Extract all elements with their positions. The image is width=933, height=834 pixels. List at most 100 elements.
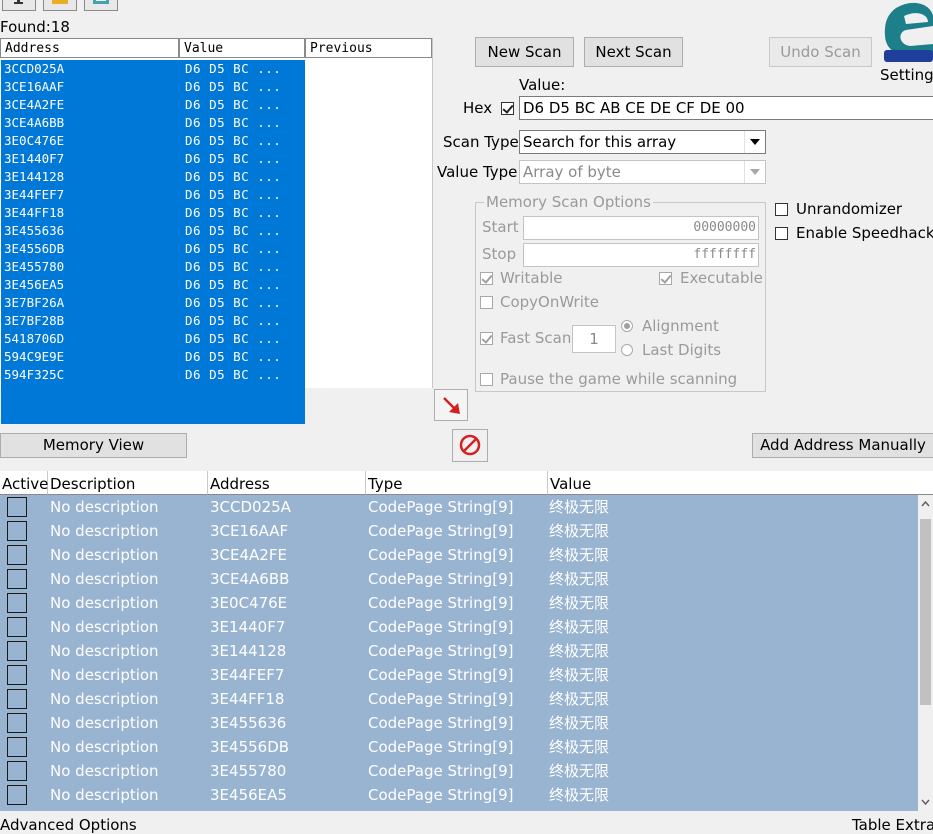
active-checkbox[interactable] [7, 761, 27, 781]
table-row[interactable]: No description 3CCD025A CodePage String[9]… [0, 495, 918, 519]
cheat-engine-logo[interactable] [876, 0, 933, 64]
found-list-row[interactable]: 3E455780 D6 D5 BC ... [1, 258, 305, 276]
start-address-input[interactable]: 00000000 [523, 216, 759, 240]
add-address-manually-button[interactable]: Add Address Manually [752, 433, 933, 458]
found-list-row[interactable]: 3E0C476E D6 D5 BC ... [1, 132, 305, 150]
found-list-row[interactable]: 3CE16AAF D6 D5 BC ... [1, 78, 305, 96]
scroll-up-icon[interactable] [918, 497, 933, 511]
table-row[interactable]: No description 3E0C476E CodePage String[9]… [0, 591, 918, 615]
found-list-row[interactable]: 3E44FEF7 D6 D5 BC ... [1, 186, 305, 204]
table-row[interactable]: No description 3E144128 CodePage String[9]… [0, 639, 918, 663]
value-input[interactable]: D6 D5 BC AB CE DE CF DE 00 [519, 96, 933, 120]
found-list-header-value[interactable]: Value [179, 38, 305, 58]
active-checkbox[interactable] [7, 713, 27, 733]
table-row[interactable]: No description 3E455636 CodePage String[9]… [0, 711, 918, 735]
writable-checkbox[interactable] [480, 272, 493, 285]
table-header-value[interactable]: Value [548, 471, 933, 495]
active-checkbox[interactable] [7, 545, 27, 565]
address-table-rows[interactable]: No description 3CCD025A CodePage String[9]… [0, 495, 918, 811]
found-list-row[interactable]: 3E456EA5 D6 D5 BC ... [1, 276, 305, 294]
fast-scan-checkbox[interactable] [480, 332, 493, 345]
chevron-down-icon[interactable] [744, 131, 765, 153]
found-value: D6 D5 BC ... [185, 331, 282, 346]
scan-type-select[interactable]: Search for this array [519, 130, 766, 154]
chevron-down-icon[interactable] [744, 161, 765, 183]
unrandomizer-checkbox[interactable] [775, 203, 788, 216]
table-row[interactable]: No description 3CE4A2FE CodePage String[9]… [0, 543, 918, 567]
fast-scan-input[interactable]: 1 [572, 325, 616, 353]
found-list[interactable]: Address Value Previous 3CCD025A D6 D5 BC … [0, 38, 433, 424]
alignment-radio[interactable] [621, 320, 633, 332]
table-row[interactable]: No description 3E1440F7 CodePage String[9]… [0, 615, 918, 639]
found-address: 3CE16AAF [4, 79, 65, 94]
found-value: D6 D5 BC ... [185, 241, 282, 256]
memory-view-button[interactable]: Memory View [0, 433, 187, 458]
executable-checkbox[interactable] [659, 272, 672, 285]
enable-speedhack-checkbox[interactable] [775, 227, 788, 240]
found-list-row[interactable]: 3E455636 D6 D5 BC ... [1, 222, 305, 240]
stop-address-input[interactable]: ffffffff [523, 243, 759, 267]
table-header-active[interactable]: Active [0, 471, 48, 495]
open-process-button[interactable] [2, 0, 36, 11]
table-row[interactable]: No description 3E44FEF7 CodePage String[9]… [0, 663, 918, 687]
copy-to-table-button[interactable] [434, 389, 468, 421]
copyonwrite-checkbox[interactable] [480, 296, 493, 309]
hex-checkbox[interactable] [501, 102, 514, 115]
row-value: 终极无限 [549, 570, 610, 588]
active-checkbox[interactable] [7, 737, 27, 757]
table-row[interactable]: No description 3E44FF18 CodePage String[9]… [0, 687, 918, 711]
active-checkbox[interactable] [7, 665, 27, 685]
address-table[interactable]: Active Description Address Type Value No… [0, 471, 933, 811]
found-address: 3CCD025A [4, 61, 65, 76]
table-row[interactable]: No description 3E455780 CodePage String[9]… [0, 759, 918, 783]
found-list-rows[interactable]: 3CCD025A D6 D5 BC ... 3CE16AAF D6 D5 BC ...… [1, 60, 305, 424]
advanced-options-label[interactable]: Advanced Options [0, 816, 137, 834]
found-list-row[interactable]: 3E144128 D6 D5 BC ... [1, 168, 305, 186]
found-list-row[interactable]: 3CE4A6BB D6 D5 BC ... [1, 114, 305, 132]
last-digits-radio[interactable] [621, 344, 633, 356]
found-list-row[interactable]: 3CCD025A D6 D5 BC ... [1, 60, 305, 78]
found-list-row[interactable]: 3E1440F7 D6 D5 BC ... [1, 150, 305, 168]
settings-label[interactable]: Setting [880, 66, 933, 84]
active-checkbox[interactable] [7, 617, 27, 637]
active-checkbox[interactable] [7, 521, 27, 541]
row-type: CodePage String[9] [368, 786, 514, 804]
table-row[interactable]: No description 3E4556DB CodePage String[9]… [0, 735, 918, 759]
scrollbar-thumb[interactable] [920, 519, 931, 705]
table-extras-label[interactable]: Table Extras [852, 816, 933, 834]
active-checkbox[interactable] [7, 593, 27, 613]
row-description: No description [50, 546, 159, 564]
table-header-address[interactable]: Address [208, 471, 366, 495]
vertical-scrollbar[interactable] [918, 495, 933, 811]
active-checkbox[interactable] [7, 689, 27, 709]
scroll-down-icon[interactable] [918, 795, 933, 809]
undo-scan-button[interactable]: Undo Scan [769, 37, 872, 67]
found-list-row[interactable]: 3E4556DB D6 D5 BC ... [1, 240, 305, 258]
table-row[interactable]: No description 3E456EA5 CodePage String[9]… [0, 783, 918, 807]
table-row[interactable]: No description 3CE16AAF CodePage String[9]… [0, 519, 918, 543]
save-button[interactable] [84, 0, 118, 11]
found-list-row[interactable]: 594F325C D6 D5 BC ... [1, 366, 305, 384]
active-checkbox[interactable] [7, 569, 27, 589]
open-file-button[interactable] [43, 0, 77, 11]
table-row[interactable]: No description 3CE4A6BB CodePage String[9]… [0, 567, 918, 591]
found-list-row[interactable]: 5418706D D6 D5 BC ... [1, 330, 305, 348]
table-header-description[interactable]: Description [48, 471, 208, 495]
found-list-row[interactable]: 3E7BF26A D6 D5 BC ... [1, 294, 305, 312]
table-header-type[interactable]: Type [366, 471, 548, 495]
found-list-row[interactable]: 594C9E9E D6 D5 BC ... [1, 348, 305, 366]
found-list-header-previous[interactable]: Previous [305, 38, 432, 58]
active-checkbox[interactable] [7, 641, 27, 661]
active-checkbox[interactable] [7, 785, 27, 805]
copyonwrite-label: CopyOnWrite [500, 293, 599, 311]
pause-game-checkbox[interactable] [480, 373, 493, 386]
found-list-header-address[interactable]: Address [0, 38, 179, 58]
found-list-row[interactable]: 3E44FF18 D6 D5 BC ... [1, 204, 305, 222]
value-type-select[interactable]: Array of byte [519, 160, 766, 184]
new-scan-button[interactable]: New Scan [475, 37, 574, 67]
found-list-row[interactable]: 3E7BF28B D6 D5 BC ... [1, 312, 305, 330]
next-scan-button[interactable]: Next Scan [584, 37, 683, 67]
active-checkbox[interactable] [7, 497, 27, 517]
found-list-row[interactable]: 3CE4A2FE D6 D5 BC ... [1, 96, 305, 114]
clear-list-button[interactable] [452, 429, 488, 462]
